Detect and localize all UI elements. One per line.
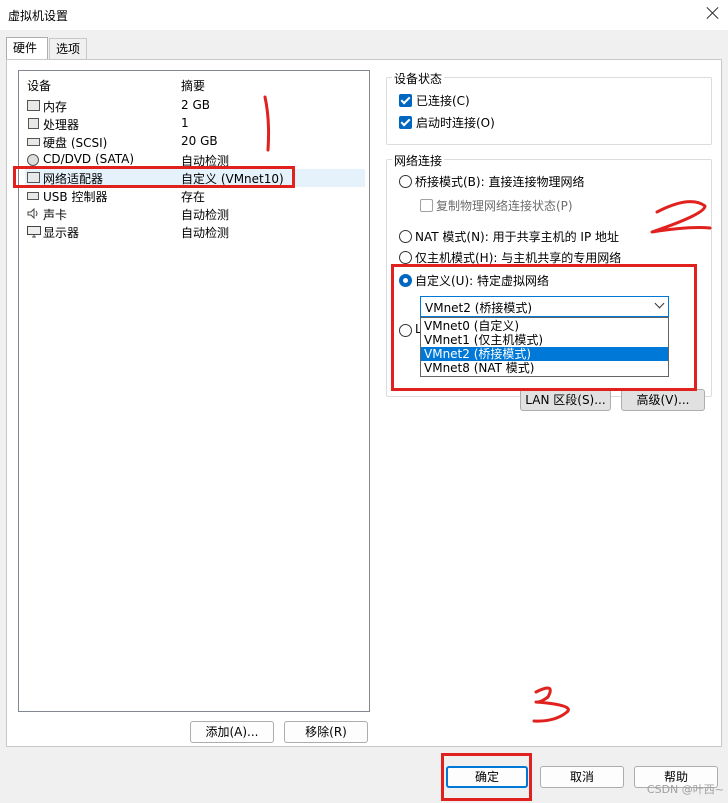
- handwritten-number-1: [263, 95, 271, 152]
- handwritten-annotations: [263, 95, 712, 723]
- handwritten-number-2: [650, 200, 712, 234]
- handwritten-number-3: [532, 686, 570, 723]
